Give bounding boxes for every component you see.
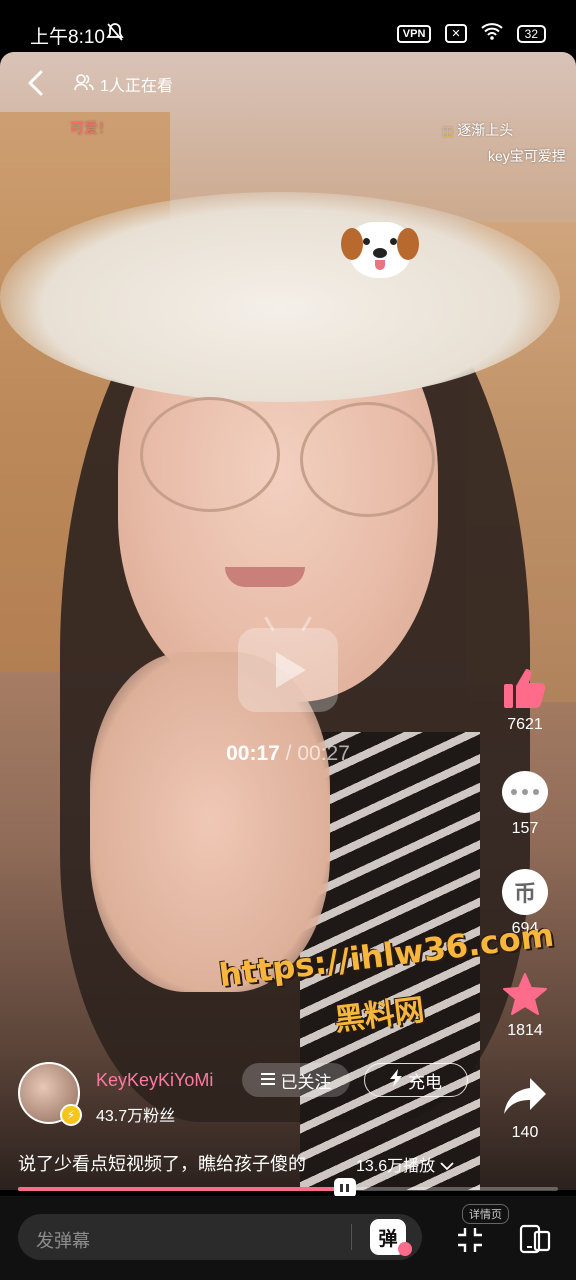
danmaku-comment: key宝可爱捏 xyxy=(488,148,566,164)
sim-off-icon: ✕ xyxy=(445,24,467,43)
menu-icon xyxy=(260,1070,275,1090)
time-separator: / xyxy=(285,742,292,765)
battery-icon: 32 xyxy=(516,24,546,43)
danmaku-input[interactable]: 发弹幕 弹 xyxy=(18,1214,422,1260)
check-badge-icon xyxy=(398,1242,412,1256)
lightning-icon xyxy=(390,1068,402,1092)
video-scene xyxy=(0,192,560,402)
comment-button[interactable]: 157 xyxy=(490,768,560,838)
back-button[interactable] xyxy=(22,68,52,98)
time-display: 00:17 / 00:27 xyxy=(0,742,576,766)
follow-button[interactable]: 已关注 xyxy=(242,1063,350,1097)
danmaku-comment: ◫ 逐渐上头 xyxy=(442,122,514,138)
play-count-label: 13.6万播放 xyxy=(356,1158,436,1175)
viewer-count: 1人正在看 xyxy=(74,72,173,96)
status-icons: VPN ✕ 32 xyxy=(396,22,546,45)
danmaku-placeholder: 发弹幕 xyxy=(36,1231,90,1251)
wifi-icon xyxy=(480,22,503,45)
danmaku-comment: 可爱！ xyxy=(70,120,112,136)
follow-label: 已关注 xyxy=(280,1072,332,1092)
like-button[interactable]: 7621 xyxy=(490,664,560,734)
divider xyxy=(351,1224,352,1250)
viewer-count-label: 1人正在看 xyxy=(100,78,173,95)
vpn-icon: VPN xyxy=(396,24,432,43)
charge-button[interactable]: 充电 xyxy=(364,1063,468,1097)
share-count: 140 xyxy=(511,1124,539,1141)
dog-sticker-icon xyxy=(341,222,419,282)
detail-page-label: 详情页 xyxy=(462,1204,509,1224)
play-count[interactable]: 13.6万播放 xyxy=(356,1152,454,1176)
coin-icon: 币 xyxy=(501,868,549,916)
bell-muted-icon xyxy=(106,22,124,47)
favorite-button[interactable]: 1814 xyxy=(490,970,560,1040)
video-caption[interactable]: 说了少看点短视频了，瞧给孩子傻的 xyxy=(18,1150,306,1176)
video-scene xyxy=(140,397,280,512)
status-bar: 上午8:10 VPN ✕ 32 xyxy=(0,0,576,56)
thumbs-up-icon xyxy=(501,664,549,712)
share-button[interactable]: 140 xyxy=(490,1072,560,1142)
progress-thumb[interactable] xyxy=(333,1178,356,1198)
danmaku-comment-text: 逐渐上头 xyxy=(457,122,514,138)
share-icon xyxy=(501,1072,549,1120)
screen-switch-icon[interactable] xyxy=(518,1222,552,1256)
like-count: 7621 xyxy=(507,716,543,733)
author-name[interactable]: KeyKeyKiYoMi xyxy=(96,1070,213,1091)
comment-icon xyxy=(501,768,549,816)
fan-count: 43.7万粉丝 xyxy=(96,1108,176,1125)
total-time: 00:27 xyxy=(297,742,350,765)
avatar[interactable]: ⚡ xyxy=(18,1062,82,1126)
favorite-count: 1814 xyxy=(507,1022,543,1039)
video-scene xyxy=(225,567,305,587)
current-time: 00:17 xyxy=(226,742,280,765)
charge-label: 充电 xyxy=(408,1072,442,1092)
star-icon xyxy=(501,970,549,1018)
progress-fill xyxy=(18,1187,345,1191)
comment-count: 157 xyxy=(511,820,539,837)
video-scene xyxy=(300,402,435,517)
collapse-fullscreen-icon[interactable] xyxy=(454,1224,486,1256)
lightning-badge-icon: ⚡ xyxy=(60,1104,82,1126)
bottom-bar: 发弹幕 弹 详情页 xyxy=(0,1196,576,1280)
play-pause-icon[interactable] xyxy=(238,616,338,712)
users-icon xyxy=(74,73,94,96)
progress-bar[interactable] xyxy=(18,1178,558,1198)
status-time: 上午8:10 xyxy=(30,27,105,48)
chevron-down-icon xyxy=(439,1158,454,1175)
